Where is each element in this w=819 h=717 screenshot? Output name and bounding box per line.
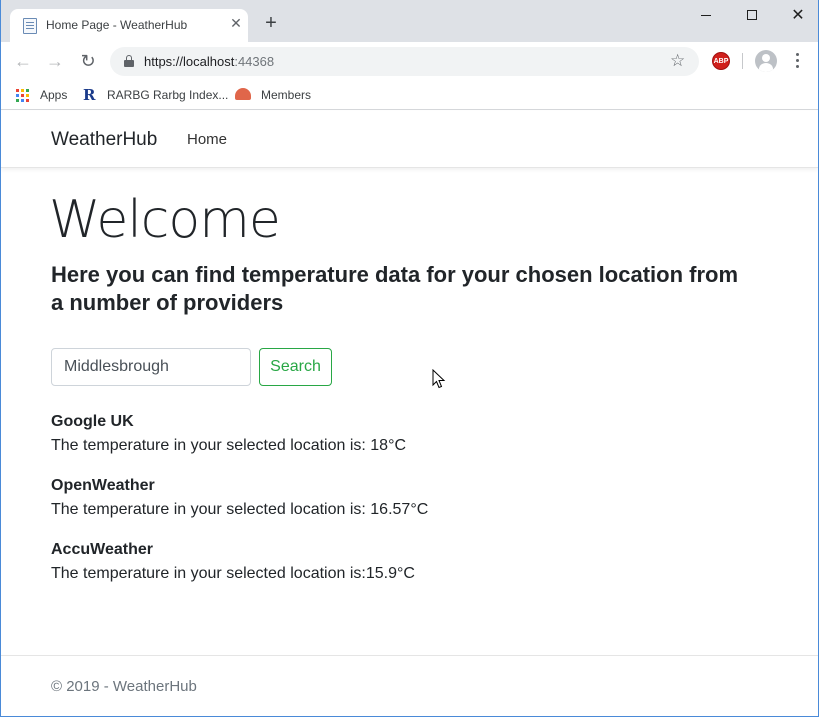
url-port: :44368 (234, 54, 275, 69)
bookmark-label: RARBG Rarbg Index... (107, 88, 229, 102)
site-navbar: WeatherHub Home (1, 111, 818, 168)
browser-toolbar: ← → ↻ https://localhost:44368 ☆ ABP (1, 42, 818, 79)
temperature-text: The temperature in your selected locatio… (51, 501, 429, 518)
provider-name: AccuWeather (51, 541, 153, 558)
forward-arrow-icon[interactable]: → (44, 50, 66, 72)
members-icon (235, 88, 251, 100)
bookmarks-bar: Apps R RARBG Rarbg Index... Members (1, 79, 818, 110)
search-button[interactable]: Search (259, 348, 332, 386)
page-footer: © 2019 - WeatherHub (1, 655, 818, 716)
browser-tab[interactable]: Home Page - WeatherHub ✕ (10, 9, 248, 42)
location-search-input[interactable] (51, 348, 251, 386)
page-favicon-icon (23, 18, 37, 34)
rarbg-icon: R (83, 86, 96, 104)
nav-link-home[interactable]: Home (187, 131, 227, 148)
toolbar-divider (742, 53, 743, 69)
reload-icon[interactable]: ↻ (77, 50, 99, 72)
minimize-button[interactable] (683, 4, 729, 28)
navbar-brand[interactable]: WeatherHub (51, 129, 157, 151)
bookmark-label: Members (261, 88, 312, 102)
result-google-uk: Google UK The temperature in your select… (51, 413, 406, 455)
adblock-extension-icon[interactable]: ABP (712, 52, 730, 70)
url-host: https://localhost (144, 54, 235, 69)
browser-window: Home Page - WeatherHub ✕ + ✕ ← → ↻ https… (0, 0, 819, 717)
tab-title: Home Page - WeatherHub (46, 18, 188, 32)
provider-name: Google UK (51, 413, 134, 430)
bookmark-star-icon[interactable]: ☆ (670, 50, 685, 72)
close-window-button[interactable]: ✕ (775, 4, 818, 28)
title-bar: Home Page - WeatherHub ✕ + ✕ (1, 0, 818, 42)
address-url: https://localhost:44368 (144, 54, 274, 69)
footer-copyright: © 2019 - WeatherHub (51, 678, 197, 695)
provider-name: OpenWeather (51, 477, 155, 494)
page-subtitle: Here you can find temperature data for y… (51, 262, 739, 315)
maximize-button[interactable] (729, 4, 775, 28)
bookmark-label: Apps (40, 88, 68, 102)
tab-close-icon[interactable]: ✕ (228, 15, 244, 31)
result-openweather: OpenWeather The temperature in your sele… (51, 477, 428, 519)
mouse-cursor-icon (432, 369, 446, 389)
back-arrow-icon[interactable]: ← (12, 50, 34, 72)
page-title: Welcome (49, 190, 281, 250)
browser-menu-icon[interactable] (794, 50, 802, 72)
temperature-text: The temperature in your selected locatio… (51, 565, 415, 582)
temperature-text: The temperature in your selected locatio… (51, 437, 407, 454)
new-tab-icon[interactable]: + (261, 13, 281, 33)
address-bar[interactable]: https://localhost:44368 ☆ (110, 47, 699, 76)
result-accuweather: AccuWeather The temperature in your sele… (51, 541, 415, 583)
apps-grid-icon (16, 89, 30, 103)
lock-icon (124, 55, 134, 67)
profile-avatar-icon[interactable] (755, 50, 777, 72)
